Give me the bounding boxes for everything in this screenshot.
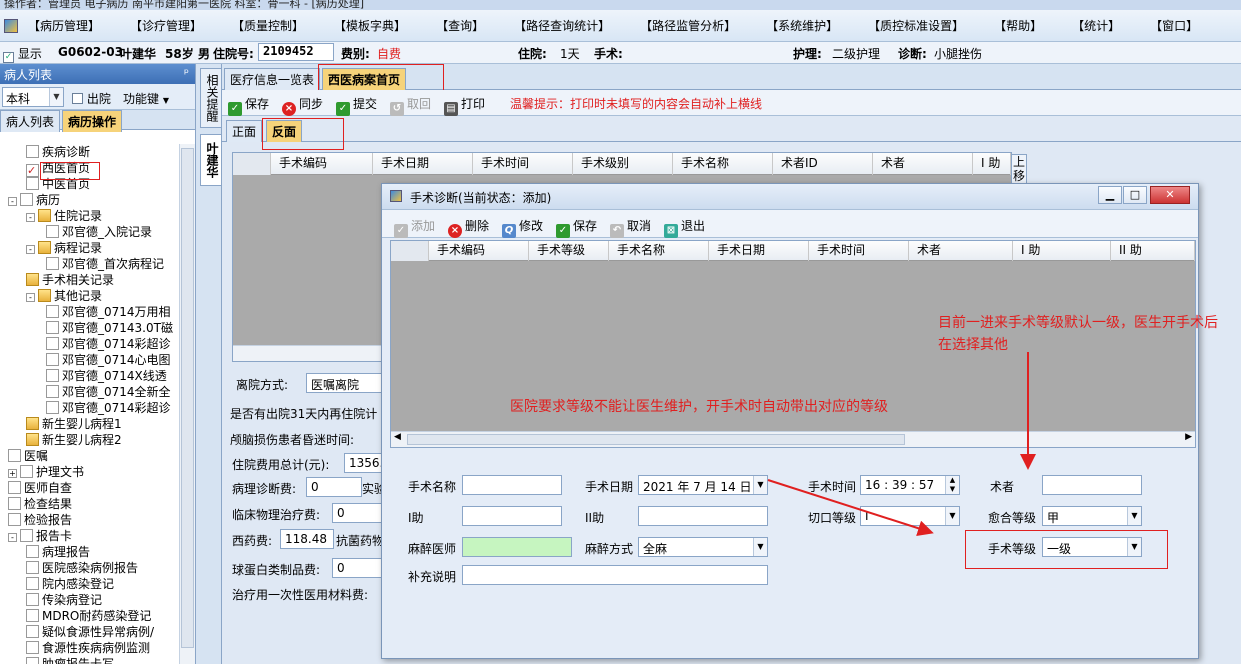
arrow-diagonal [767,479,934,536]
annotation-arrows [767,352,1036,536]
